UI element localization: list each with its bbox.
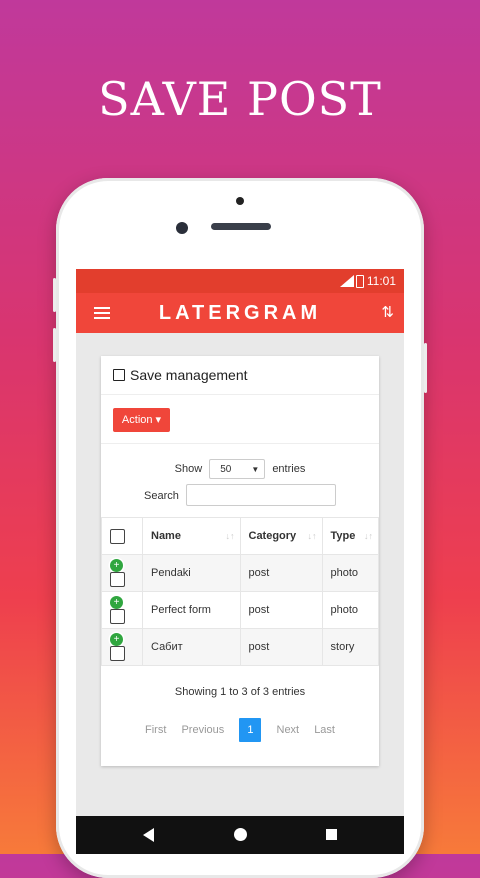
caret-down-icon: ▼ [251,465,260,474]
select-all-checkbox[interactable] [110,528,125,544]
back-icon[interactable] [143,828,154,842]
save-management-card: Save management Action ▾ Show 50 ▼ entrie… [101,356,380,766]
table-row: + Pendaki post photo [101,554,380,592]
row-controls: + [101,591,143,629]
row-controls: + [101,628,143,666]
row-controls: + [101,554,143,592]
entries-label: entries [272,462,306,475]
table-row: + Perfect form post photo [101,591,380,629]
column-header-name[interactable]: Name ↓↑ [142,517,241,555]
expand-row-icon[interactable]: + [110,559,123,572]
page-last-button[interactable]: Last [314,724,335,736]
cell-category: post [239,554,323,592]
expand-row-icon[interactable]: + [110,596,123,609]
divider [101,443,379,444]
cell-category: post [239,591,323,629]
card-title-text: Save management [130,367,248,383]
phone-frame: 11:01 LATERGRAM ⇅ Save management Action… [53,178,427,878]
sort-icon: ↓↑ [225,531,235,541]
page-previous-button[interactable]: Previous [181,724,224,736]
entries-select-value: 50 [220,464,232,475]
page-next-button[interactable]: Next [277,724,300,736]
cell-name: Сабит [142,628,241,666]
card-title: Save management [113,367,248,383]
cell-type: photo [321,554,380,592]
sort-arrows-icon[interactable]: ⇅ [381,303,394,321]
headline: SAVE POST [98,72,382,126]
column-header-category[interactable]: Category ↓↑ [239,517,323,555]
entries-length-control: Show 50 ▼ entries [101,459,379,479]
expand-row-icon[interactable]: + [110,633,123,646]
pagination: First Previous 1 Next Last [101,718,379,742]
app-bar: LATERGRAM ⇅ [76,293,404,333]
status-bar: 11:01 [76,269,404,293]
table-info: Showing 1 to 3 of 3 entries [174,686,306,698]
search-label: Search [144,490,179,502]
recent-apps-icon[interactable] [326,829,337,840]
sensor [236,197,244,205]
row-checkbox[interactable] [110,572,125,587]
app-title: LATERGRAM [158,302,322,324]
cell-category: post [239,628,323,666]
android-nav-bar [76,816,404,854]
row-checkbox[interactable] [110,646,125,661]
volume-down-button [53,328,56,362]
entries-select[interactable]: 50 ▼ [209,459,266,479]
column-header-type[interactable]: Type ↓↑ [321,517,380,555]
status-time: 11:01 [366,274,396,288]
cell-name: Pendaki [142,554,241,592]
cell-name: Perfect form [142,591,241,629]
select-all-header [101,517,143,555]
signal-icon [340,275,354,287]
earpiece-speaker [211,223,271,230]
table-row: + Сабит post story [101,628,380,666]
sort-icon: ↓↑ [364,531,373,541]
saves-table: Name ↓↑ Category ↓↑ Type ↓↑ + Pendaki post … [101,517,380,666]
row-checkbox[interactable] [110,609,125,624]
floppy-disk-icon [113,369,125,381]
volume-up-button [53,278,56,312]
action-dropdown-button[interactable]: Action ▾ [113,408,170,432]
battery-icon [356,275,364,288]
divider [101,394,379,395]
search-input[interactable] [186,484,336,506]
power-button [424,343,427,393]
show-label: Show [174,462,203,475]
cell-type: story [321,628,380,666]
front-camera [176,222,188,234]
sort-icon: ↓↑ [307,531,317,541]
table-header-row: Name ↓↑ Category ↓↑ Type ↓↑ [101,517,380,555]
page-current-button[interactable]: 1 [239,718,262,742]
cell-type: photo [321,591,380,629]
home-icon[interactable] [234,828,247,841]
phone-screen: 11:01 LATERGRAM ⇅ Save management Action… [76,269,404,854]
page-first-button[interactable]: First [145,724,166,736]
